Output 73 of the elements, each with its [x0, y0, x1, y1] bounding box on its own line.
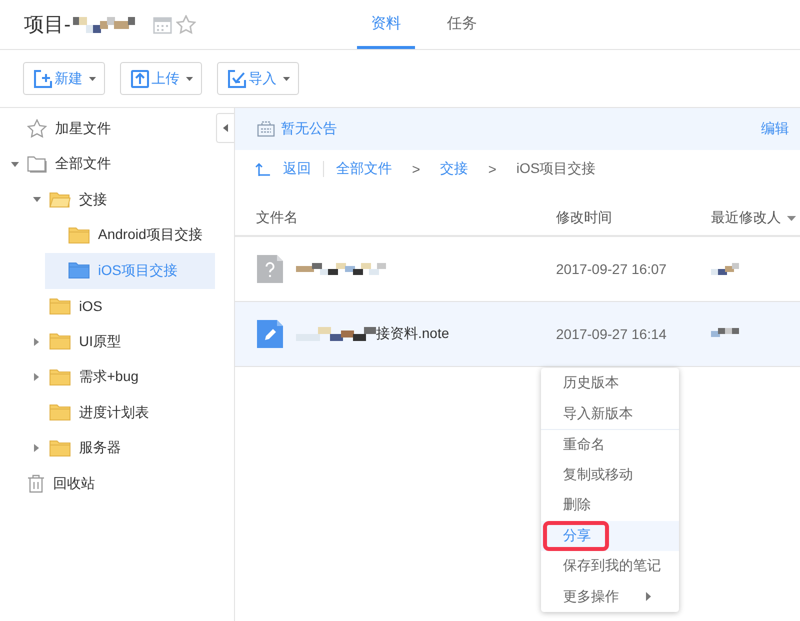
caret-icon [223, 124, 228, 132]
menu-item[interactable]: 导入新版本 [541, 398, 679, 429]
caret-icon [282, 76, 290, 80]
upload-icon [130, 68, 150, 88]
pixelated-block [72, 16, 135, 32]
column-header[interactable]: 修改时间 [556, 209, 612, 227]
menu-item[interactable]: 删除 [541, 490, 679, 520]
tree-item[interactable]: Android项目交接 [45, 218, 215, 253]
collapsed-arrow-icon[interactable] [34, 338, 39, 346]
tree-item[interactable]: iOS项目交接 [45, 253, 215, 288]
open-folder-icon [49, 191, 71, 208]
modified-time: 2017-09-27 16:07 [556, 261, 668, 277]
tree-item[interactable]: 加星文件 [0, 111, 215, 146]
folder-icon [49, 298, 71, 315]
unknown-file-icon [256, 254, 284, 284]
back-link[interactable]: 返回 [283, 160, 311, 178]
tree-item[interactable]: 需求+bug [0, 360, 215, 395]
breadcrumb-separator: > [488, 161, 496, 177]
menu-item[interactable]: 分享 [541, 520, 679, 551]
pixelated-block [711, 328, 739, 340]
tree-item[interactable]: 进度计划表 [0, 395, 215, 430]
import-icon [226, 68, 246, 88]
expanded-arrow-icon[interactable] [32, 197, 40, 202]
note-file-icon [256, 319, 284, 349]
notice-text: 暂无公告 [281, 120, 337, 138]
edit-link[interactable]: 编辑 [761, 120, 789, 138]
tab[interactable]: 任务 [433, 0, 491, 49]
column-header[interactable]: 最近修改人 [711, 209, 781, 227]
tree-item[interactable]: 全部文件 [0, 146, 215, 182]
toolbar-button[interactable]: 上传 [120, 62, 202, 95]
folder-icon [68, 226, 90, 244]
folder-icon [49, 404, 71, 422]
breadcrumb-link[interactable]: 全部文件 [336, 160, 392, 178]
folder-icon [49, 368, 71, 386]
menu-item[interactable]: 历史版本 [541, 368, 679, 398]
collapsed-arrow-icon[interactable] [34, 444, 39, 452]
tree-item[interactable]: 回收站 [0, 466, 215, 502]
folder-outline-icon [27, 156, 47, 173]
tab[interactable]: 资料 [357, 0, 415, 49]
trash-icon [27, 474, 45, 494]
file-row[interactable]: 接资料.note 2017-09-27 16:14 [235, 302, 800, 367]
column-header[interactable]: 文件名 [256, 209, 298, 227]
folder-icon [49, 440, 71, 457]
tree-item[interactable]: 服务器 [0, 430, 215, 466]
announcement-icon [257, 121, 275, 137]
project-title: 项目- [24, 13, 71, 38]
toolbar-button[interactable]: 导入 [217, 62, 299, 95]
star-icon[interactable] [176, 15, 196, 34]
sort-caret-icon[interactable] [787, 216, 796, 220]
tree-item[interactable]: UI原型 [0, 324, 215, 360]
breadcrumb-separator: > [412, 161, 420, 177]
menu-item[interactable]: 保存到我的笔记 [541, 551, 679, 582]
menu-item[interactable]: 复制或移动 [541, 460, 679, 490]
caret-icon [186, 76, 192, 80]
toolbar-button[interactable]: 新建 [23, 62, 105, 95]
caret-icon [88, 76, 96, 80]
file-name: 接资料.note [376, 325, 450, 343]
modified-time: 2017-09-27 16:14 [556, 326, 668, 342]
tree-item[interactable]: 交接 [0, 182, 215, 218]
back-arrow-icon[interactable] [255, 161, 271, 177]
tree-item[interactable]: iOS [0, 288, 215, 324]
pixelated-block [711, 263, 739, 275]
collapsed-arrow-icon[interactable] [34, 373, 39, 382]
star-icon [27, 119, 47, 138]
new-file-icon [32, 68, 52, 88]
expanded-arrow-icon[interactable] [10, 162, 18, 167]
menu-item[interactable]: 更多操作 [541, 582, 679, 612]
breadcrumb-link[interactable]: 交接 [440, 160, 468, 178]
breadcrumb-current: iOS项目交接 [516, 160, 596, 178]
folder-icon [49, 333, 71, 350]
folder-icon [68, 262, 90, 280]
collapse-sidebar-button[interactable] [216, 113, 234, 143]
menu-item[interactable]: 重命名 [541, 429, 679, 460]
